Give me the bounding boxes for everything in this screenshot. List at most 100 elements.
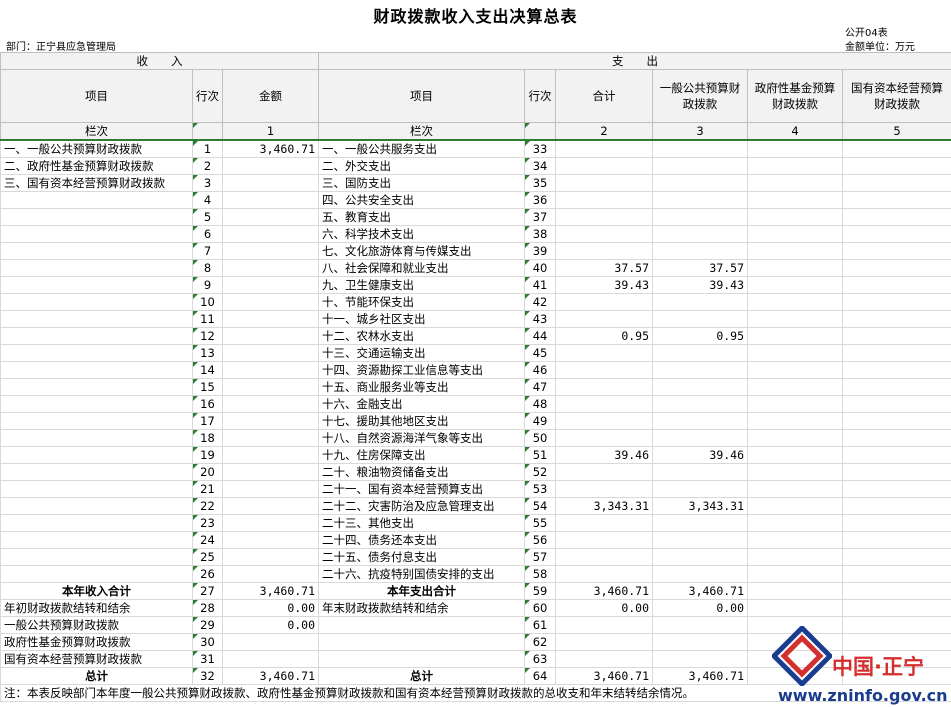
summary-income-item: 国有资本经营预算财政拨款 — [0, 650, 193, 668]
col-header-state-capital: 国有资本经营预算财政拨款 — [842, 69, 951, 123]
income-line-no: 23 — [192, 514, 223, 532]
income-item — [0, 259, 193, 277]
expense-line-no: 35 — [524, 174, 557, 192]
table-row: 11 十一、城乡社区支出 43 — [0, 310, 951, 328]
table-row: 10 十、节能环保支出 42 — [0, 293, 951, 311]
expense-general — [652, 208, 749, 226]
expense-gov-fund — [747, 429, 844, 447]
expense-state-capital — [842, 310, 951, 328]
summary-income-line-no: 30 — [192, 633, 223, 651]
income-amount: 3,460.71 — [221, 139, 320, 158]
expense-gov-fund — [747, 327, 844, 345]
expense-general — [652, 293, 749, 311]
income-amount — [221, 463, 320, 481]
income-line-no: 15 — [192, 378, 223, 396]
expense-line-no: 33 — [524, 139, 557, 158]
income-line-no: 3 — [192, 174, 223, 192]
summary-income-amount: 3,460.71 — [221, 582, 320, 600]
expense-total — [555, 225, 654, 243]
lanci-2: 2 — [555, 122, 654, 141]
expense-item: 十五、商业服务业等支出 — [318, 378, 526, 396]
expense-total: 39.46 — [555, 446, 654, 464]
expense-state-capital — [842, 157, 951, 175]
expense-gov-fund — [747, 548, 844, 566]
expense-general — [652, 514, 749, 532]
expense-state-capital — [842, 259, 951, 277]
summary-expense-total — [555, 616, 654, 634]
income-item — [0, 565, 193, 583]
expense-gov-fund — [747, 497, 844, 515]
summary-expense-gov-fund — [747, 599, 844, 617]
expense-state-capital — [842, 208, 951, 226]
expense-general — [652, 565, 749, 583]
diamond-logo-icon — [772, 626, 832, 686]
expense-state-capital — [842, 548, 951, 566]
expense-item: 十七、援助其他地区支出 — [318, 412, 526, 430]
table-row: 21 二十一、国有资本经营预算支出 53 — [0, 480, 951, 498]
expense-line-no: 58 — [524, 565, 557, 583]
income-line-no: 4 — [192, 191, 223, 209]
expense-total — [555, 565, 654, 583]
expense-item: 二十二、灾害防治及应急管理支出 — [318, 497, 526, 515]
income-item — [0, 242, 193, 260]
expense-general — [652, 225, 749, 243]
summary-expense-general — [652, 633, 749, 651]
summary-income-amount: 0.00 — [221, 616, 320, 634]
expense-state-capital — [842, 446, 951, 464]
expense-gov-fund — [747, 174, 844, 192]
expense-item: 二十一、国有资本经营预算支出 — [318, 480, 526, 498]
lanci-expense-label: 栏次 — [318, 122, 526, 141]
expense-item: 二、外交支出 — [318, 157, 526, 175]
expense-total — [555, 310, 654, 328]
expense-state-capital — [842, 395, 951, 413]
expense-item: 四、公共安全支出 — [318, 191, 526, 209]
expense-general — [652, 191, 749, 209]
income-item — [0, 412, 193, 430]
income-amount — [221, 344, 320, 362]
expense-gov-fund — [747, 225, 844, 243]
income-line-no: 8 — [192, 259, 223, 277]
summary-expense-line-no: 64 — [524, 667, 557, 685]
summary-expense-line-no: 60 — [524, 599, 557, 617]
table-row: 20 二十、粮油物资储备支出 52 — [0, 463, 951, 481]
income-item — [0, 497, 193, 515]
expense-item: 十一、城乡社区支出 — [318, 310, 526, 328]
income-line-no: 19 — [192, 446, 223, 464]
lanci-blank — [192, 122, 223, 141]
summary-expense-item — [318, 616, 526, 634]
income-line-no: 26 — [192, 565, 223, 583]
expense-state-capital — [842, 463, 951, 481]
table-row: 14 十四、资源勘探工业信息等支出 46 — [0, 361, 951, 379]
expense-general — [652, 429, 749, 447]
expense-line-no: 54 — [524, 497, 557, 515]
income-item — [0, 327, 193, 345]
expense-general — [652, 412, 749, 430]
summary-expense-item — [318, 650, 526, 668]
income-line-no: 16 — [192, 395, 223, 413]
expense-gov-fund — [747, 259, 844, 277]
col-header-income-line: 行次 — [192, 69, 223, 123]
income-amount — [221, 225, 320, 243]
expense-line-no: 44 — [524, 327, 557, 345]
income-amount — [221, 361, 320, 379]
income-amount — [221, 446, 320, 464]
expense-general: 3,343.31 — [652, 497, 749, 515]
expense-total — [555, 191, 654, 209]
table-row: 26 二十六、抗疫特别国债安排的支出 58 — [0, 565, 951, 583]
expense-item: 六、科学技术支出 — [318, 225, 526, 243]
table-row: 6 六、科学技术支出 38 — [0, 225, 951, 243]
expense-gov-fund — [747, 412, 844, 430]
table-row: 二、政府性基金预算财政拨款 2 二、外交支出 34 — [0, 157, 951, 175]
lanci-4: 4 — [747, 122, 844, 141]
expense-line-no: 55 — [524, 514, 557, 532]
expense-general — [652, 378, 749, 396]
lanci-1: 1 — [221, 122, 320, 141]
income-item: 二、政府性基金预算财政拨款 — [0, 157, 193, 175]
col-header-income-item: 项目 — [0, 69, 193, 123]
expense-item: 十六、金融支出 — [318, 395, 526, 413]
income-amount — [221, 191, 320, 209]
expense-general — [652, 344, 749, 362]
expense-line-no: 43 — [524, 310, 557, 328]
expense-state-capital — [842, 514, 951, 532]
income-amount — [221, 480, 320, 498]
